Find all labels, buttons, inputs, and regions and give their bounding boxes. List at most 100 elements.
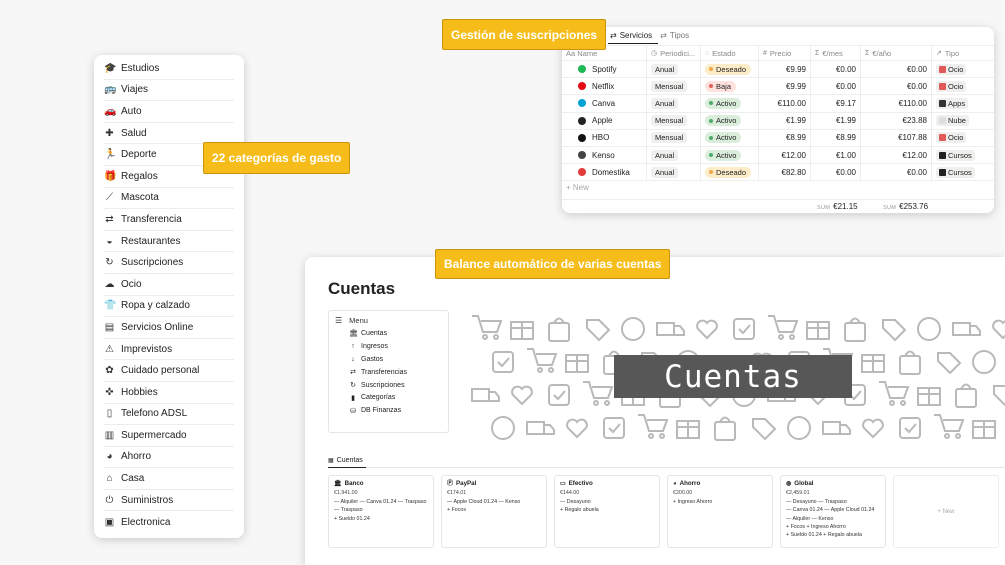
monthly-cost-cell: €8.99	[811, 129, 861, 146]
account-name: ▭ Efectivo	[560, 480, 654, 488]
type-cell[interactable]: Cursos	[932, 147, 994, 163]
status-dot-icon	[709, 135, 713, 140]
price-cell[interactable]: €1.99	[759, 112, 811, 129]
status-cell[interactable]: Activo	[701, 112, 759, 129]
status-cell[interactable]: Baja	[701, 78, 759, 95]
period-cell[interactable]: Mensual	[647, 78, 701, 95]
status-cell[interactable]: Activo	[701, 146, 759, 164]
category-item[interactable]: 🚌 Viajes	[104, 80, 234, 102]
type-relation: Cursos	[936, 149, 975, 161]
service-name-cell[interactable]: Netflix	[562, 78, 647, 95]
table-row[interactable]: Netflix Mensual Baja €9.99 €0.00 €0.00 Ocio	[562, 78, 994, 96]
status-cell[interactable]: Deseado	[701, 61, 759, 78]
category-item[interactable]: ⇄ Transferencia	[104, 209, 234, 231]
menu-link-db-finanzas[interactable]: ⛁ DB Finanzas	[335, 404, 442, 417]
column-header[interactable]: Σ €/año	[861, 46, 932, 60]
tab-cuentas[interactable]: ▦ Cuentas	[328, 454, 366, 468]
category-item[interactable]: ↻ Suscripciones	[104, 252, 234, 274]
category-item[interactable]: ⟋ Mascota	[104, 188, 234, 210]
menu-link-cuentas[interactable]: 🏛 Cuentas	[335, 327, 442, 340]
category-item[interactable]: ▤ Servicios Online	[104, 317, 234, 339]
account-card[interactable]: 🏛 Banco €1,941.00— Alquiler — Canva 01.24 …	[328, 475, 434, 548]
status-cell[interactable]: Activo	[701, 129, 759, 146]
price-cell[interactable]: €12.00	[759, 146, 811, 164]
service-name-cell[interactable]: Canva	[562, 95, 647, 112]
yearly-cost-cell: €12.00	[861, 146, 932, 164]
table-row[interactable]: Apple Mensual Activo €1.99 €1.99 €23.88 Nube	[562, 112, 994, 130]
tab-servicios[interactable]: ⇄ Servicios	[608, 27, 659, 44]
period-cell[interactable]: Anual	[647, 146, 701, 164]
callout-categories: 22 categorías de gasto	[203, 142, 351, 174]
category-item[interactable]: ◒ Restaurantes	[104, 231, 234, 253]
type-cell[interactable]: Apps	[932, 95, 994, 111]
table-row[interactable]: Kenso Anual Activo €12.00 €1.00 €12.00 Cursos	[562, 146, 994, 165]
type-cell[interactable]: Ocio	[932, 78, 994, 94]
period-cell[interactable]: Mensual	[647, 129, 701, 146]
account-card[interactable]: ▭ Efectivo €144.00— Desayuno + Regalo abuel…	[554, 475, 660, 548]
column-header[interactable]: ◌ Estado	[701, 46, 759, 60]
category-item[interactable]: 👕 Ropa y calzado	[104, 296, 234, 318]
category-item[interactable]: ✜ Hobbies	[104, 382, 234, 404]
status-badge: Activo	[705, 97, 742, 109]
type-cell[interactable]: Ocio	[932, 130, 994, 146]
service-name-cell[interactable]: Domestika	[562, 164, 647, 181]
category-label: Ropa y calzado	[121, 300, 190, 312]
period-cell[interactable]: Mensual	[647, 112, 701, 129]
service-name-cell[interactable]: Apple	[562, 112, 647, 129]
tab-tipos[interactable]: ⇄ Tipos	[658, 27, 695, 44]
cart-wheel-icon	[944, 433, 950, 439]
column-header[interactable]: # Precio	[759, 46, 811, 60]
price-cell[interactable]: €82.80	[759, 164, 811, 181]
category-item[interactable]: ✿ Cuidado personal	[104, 360, 234, 382]
column-header[interactable]: ◷ Periodici...	[647, 46, 701, 60]
menu-link-ingresos[interactable]: ↑ Ingresos	[335, 340, 442, 353]
period-cell[interactable]: Anual	[647, 95, 701, 112]
category-item[interactable]: ⚠ Imprevistos	[104, 339, 234, 361]
menu-link-transferencias[interactable]: ⇄ Transferencias	[335, 366, 442, 379]
type-cell[interactable]: Cursos	[932, 164, 994, 180]
category-item[interactable]: 🎓 Estudios	[104, 58, 234, 80]
category-item[interactable]: ▯ Telefono ADSL	[104, 404, 234, 426]
cart-icon	[768, 315, 799, 333]
table-row[interactable]: Spotify Anual Deseado €9.99 €0.00 €0.00 Ocio	[562, 61, 994, 79]
category-item[interactable]: ▥ Supermercado	[104, 425, 234, 447]
new-row-button[interactable]: + New	[566, 183, 589, 192]
category-item[interactable]: 🚗 Auto	[104, 101, 234, 123]
new-account-button[interactable]: + New	[893, 475, 999, 548]
category-item[interactable]: ▣ Electronica	[104, 511, 234, 533]
gift-ribbon-icon	[677, 421, 699, 438]
status-cell[interactable]: Activo	[701, 95, 759, 112]
menu-link-gastos[interactable]: ↓ Gastos	[335, 353, 442, 366]
status-cell[interactable]: Deseado	[701, 164, 759, 181]
menu-link-categorías[interactable]: ▮ Categorías	[335, 391, 442, 404]
period-cell[interactable]: Anual	[647, 61, 701, 78]
table-row[interactable]: Domestika Anual Deseado €82.80 €0.00 €0.00 Cur…	[562, 164, 994, 182]
account-card[interactable]: Ⓟ PayPal €174.01— Apple Cloud 01.24 — Kens…	[441, 475, 547, 548]
swap-icon: ⇄	[660, 31, 667, 40]
type-cell[interactable]: Nube	[932, 113, 994, 129]
price-cell[interactable]: €9.99	[759, 78, 811, 95]
column-header[interactable]: Σ €/mes	[811, 46, 861, 60]
table-row[interactable]: HBO Mensual Activo €8.99 €8.99 €107.88 Ocio	[562, 129, 994, 147]
category-item[interactable]: ◕ Ahorro	[104, 447, 234, 469]
account-card[interactable]: ◍ Global €2,459.01— Desayuno — Traspaso — C…	[780, 475, 886, 548]
price-cell[interactable]: €9.99	[759, 61, 811, 78]
price-cell[interactable]: €8.99	[759, 129, 811, 146]
category-item[interactable]: ☁ Ocio	[104, 274, 234, 296]
service-name-cell[interactable]: HBO	[562, 129, 647, 146]
category-item[interactable]: ⏻ Suministros	[104, 490, 234, 512]
menu-link-suscripciones[interactable]: ↻ Suscripciones	[335, 379, 442, 392]
status-badge: Deseado	[705, 166, 752, 178]
price-tag-icon	[752, 418, 777, 441]
service-name-cell[interactable]: Spotify	[562, 61, 647, 78]
table-row[interactable]: Canva Anual Activo €110.00 €9.17 €110.00 Apps	[562, 95, 994, 113]
period-cell[interactable]: Anual	[647, 164, 701, 181]
type-relation: Apps	[936, 97, 969, 109]
menu-toggle[interactable]: ☰ Menu	[335, 316, 442, 325]
account-card[interactable]: ◕ Ahorro €200.00 + Ingreso Ahorro	[667, 475, 773, 548]
price-cell[interactable]: €110.00	[759, 95, 811, 112]
type-cell[interactable]: Ocio	[932, 61, 994, 77]
category-item[interactable]: ⌂ Casa	[104, 468, 234, 490]
service-name-cell[interactable]: Kenso	[562, 146, 647, 164]
column-header[interactable]: ↗ Tipo	[932, 46, 994, 60]
